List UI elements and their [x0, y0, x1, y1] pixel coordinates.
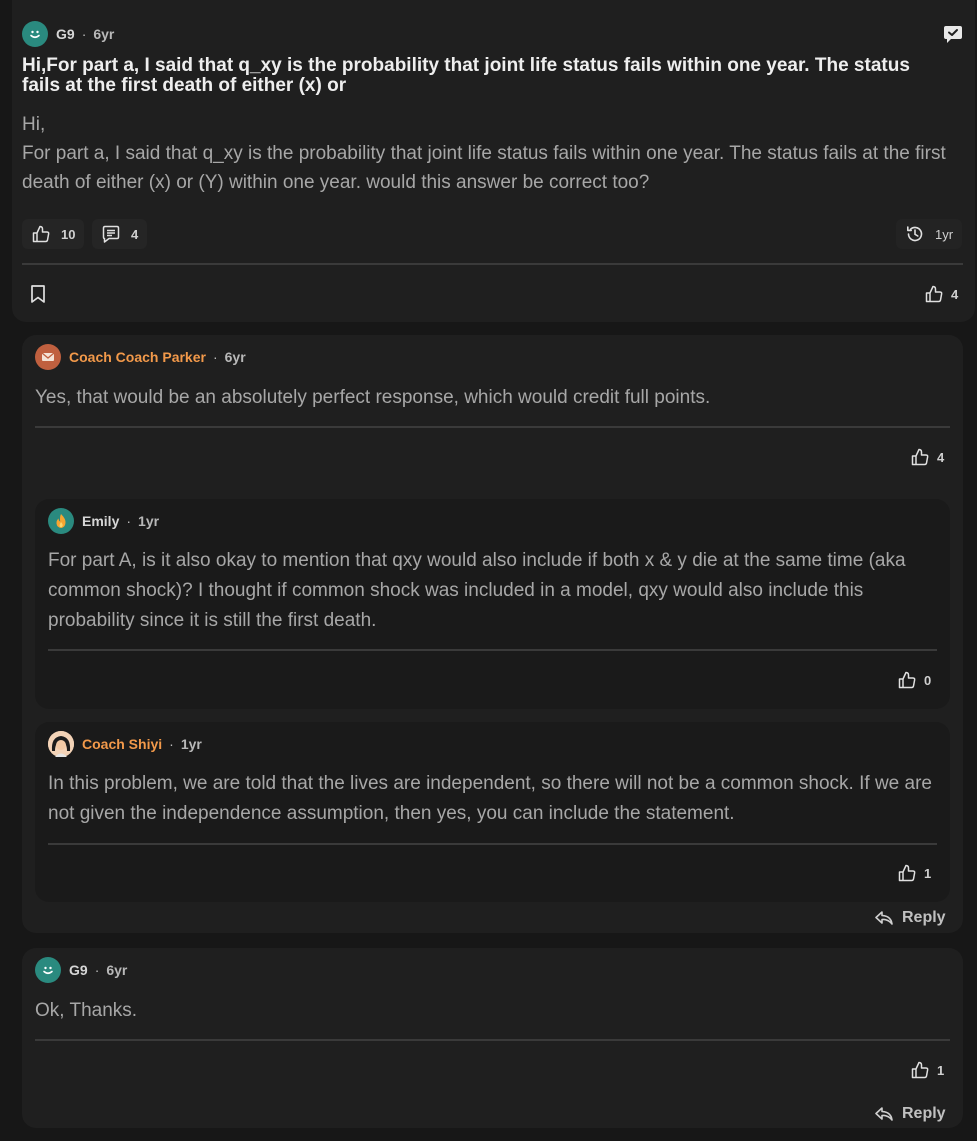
coach-shiyi-avatar-icon[interactable]	[48, 731, 74, 757]
post-meta: G9 · 6yr	[22, 21, 115, 47]
thumbs-up-icon	[924, 284, 944, 304]
comment-text: For part A, is it also okay to mention t…	[48, 550, 906, 631]
comment-like-button[interactable]: 1	[910, 1060, 944, 1080]
meta-separator: ·	[169, 736, 174, 752]
reply-button[interactable]: Reply	[874, 909, 946, 927]
comment-meta: Coach Shiyi · 1yr	[48, 731, 202, 757]
comment-like-count: 1	[924, 865, 932, 881]
post-body-greeting: Hi,	[22, 114, 46, 135]
meta-separator: ·	[94, 962, 100, 978]
post-like-count: 10	[61, 226, 76, 242]
comment-like-button[interactable]: 0	[897, 670, 931, 690]
reply-label: Reply	[902, 909, 946, 926]
thumbs-up-icon	[31, 224, 51, 244]
comment-time: 1yr	[180, 736, 202, 752]
thumbs-up-icon	[897, 670, 917, 690]
thumbs-up-icon	[897, 863, 917, 883]
comment-like-button[interactable]: 1	[897, 863, 931, 883]
comment-like-count: 0	[924, 672, 932, 688]
comment-meta: G9 · 6yr	[35, 957, 128, 983]
comment-like-count: 4	[937, 449, 945, 465]
meta-separator: ·	[126, 513, 132, 529]
comment-author[interactable]: Emily	[82, 513, 119, 529]
reply-icon	[874, 909, 894, 927]
comment-like-count: 1	[937, 1062, 945, 1078]
post-bottom-like[interactable]: 4	[924, 284, 958, 304]
comment-divider	[35, 426, 950, 428]
coach-avatar-icon[interactable]	[35, 344, 61, 370]
post-body: Hi, For part a, I said that q_xy is the …	[22, 110, 957, 197]
post-time: 6yr	[93, 26, 115, 42]
post-author[interactable]: G9	[56, 26, 75, 42]
meta-separator: ·	[81, 26, 87, 42]
bookmark-icon[interactable]	[29, 284, 47, 304]
comment-time: 6yr	[106, 962, 128, 978]
comment-text: In this problem, we are told that the li…	[48, 773, 932, 824]
post-divider	[22, 263, 963, 265]
comment-author[interactable]: G9	[69, 962, 88, 978]
comment-meta: Emily · 1yr	[48, 508, 160, 534]
history-icon	[905, 224, 925, 244]
thread-card	[22, 948, 963, 1128]
comment-time: 6yr	[224, 349, 246, 365]
comment-divider	[48, 843, 937, 845]
reply-label: Reply	[902, 1105, 946, 1122]
reply-icon	[874, 1105, 894, 1123]
post-body-main: For part a, I said that q_xy is the prob…	[22, 143, 946, 193]
post-comment-count: 4	[131, 226, 139, 242]
comment-icon	[101, 224, 121, 244]
thumbs-up-icon	[910, 1060, 930, 1080]
post-history-time: 1yr	[935, 226, 954, 242]
comment-divider	[48, 649, 937, 651]
post-history-button[interactable]: 1yr	[896, 219, 963, 249]
smile-avatar-icon[interactable]	[22, 21, 48, 47]
post-like-button[interactable]: 10	[22, 219, 85, 249]
reply-button[interactable]: Reply	[874, 1105, 946, 1123]
comment-meta: Coach Coach Parker · 6yr	[35, 344, 246, 370]
comment-author[interactable]: Coach Shiyi	[82, 736, 162, 752]
flame-avatar-icon[interactable]	[48, 508, 74, 534]
comment-text: Yes, that would be an absolutely perfect…	[35, 387, 711, 408]
comment-like-button[interactable]: 4	[910, 447, 944, 467]
post-title[interactable]: Hi,For part a, I said that q_xy is the p…	[22, 56, 942, 96]
comment-divider	[35, 1039, 950, 1041]
feedback-icon[interactable]	[942, 23, 964, 45]
post-comment-button[interactable]: 4	[92, 219, 148, 249]
meta-separator: ·	[212, 349, 218, 365]
comment-text: Ok, Thanks.	[35, 1000, 138, 1021]
comment-time: 1yr	[138, 513, 160, 529]
comment-author[interactable]: Coach Coach Parker	[69, 349, 206, 365]
smile-avatar-icon[interactable]	[35, 957, 61, 983]
thumbs-up-icon	[910, 447, 930, 467]
post-bottom-like-count: 4	[951, 286, 959, 302]
